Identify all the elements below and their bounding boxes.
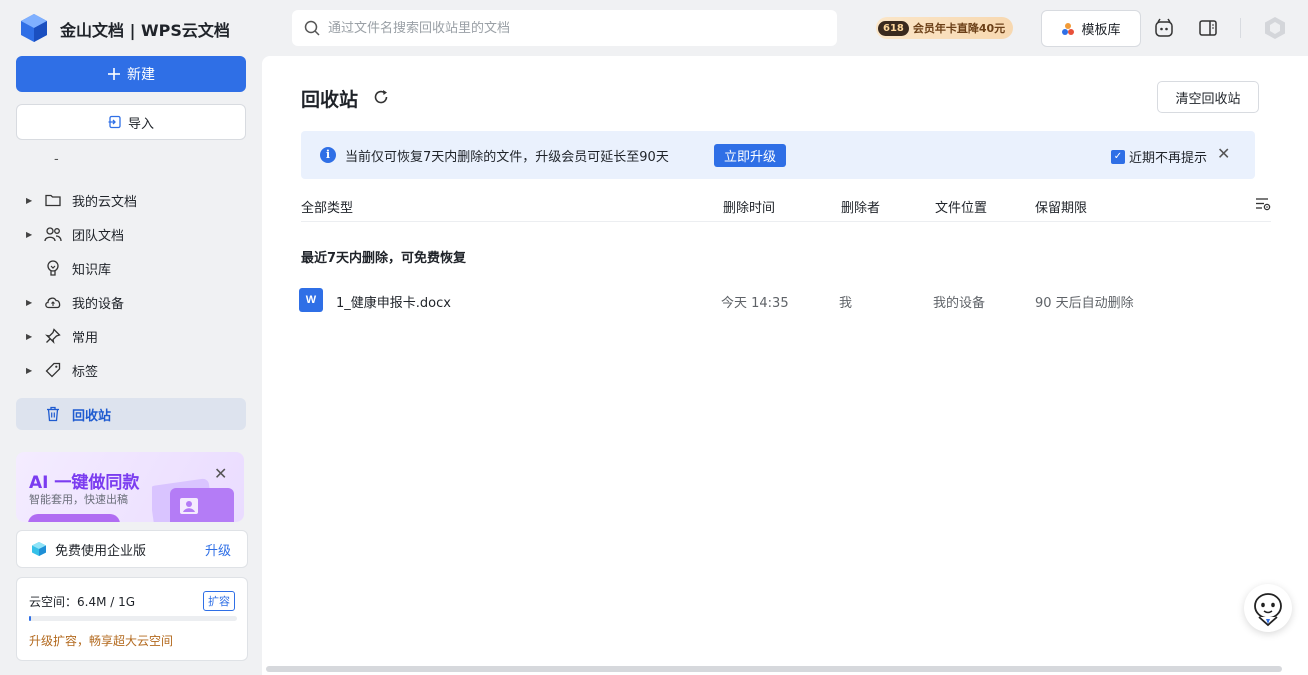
- sidebar-item-label: 标签: [72, 364, 99, 380]
- storage-progress-fill: [29, 616, 31, 621]
- dont-remind-checkbox[interactable]: ✓ 近期不再提示: [1111, 147, 1207, 166]
- notice-text: 当前仅可恢复7天内删除的文件，升级会员可延长至90天: [345, 150, 669, 165]
- ai-card-subtitle: 智能套用，快速出稿: [29, 493, 128, 506]
- ai-card-action-button[interactable]: [28, 514, 120, 522]
- sidebar-item-my-cloud-docs[interactable]: ▶ 我的云文档: [16, 184, 246, 216]
- enterprise-card[interactable]: 免费使用企业版 升级: [16, 530, 248, 568]
- table-header: 全部类型 删除时间 删除者 文件位置 保留期限: [301, 186, 1271, 222]
- checkbox-checked-icon[interactable]: ✓: [1111, 149, 1125, 164]
- sidebar-item-label: 回收站: [72, 408, 112, 424]
- retention: 90 天后自动删除: [1035, 296, 1134, 311]
- refresh-icon[interactable]: [372, 88, 390, 106]
- trash-icon: [47, 406, 59, 422]
- template-label: 模板库: [1081, 23, 1121, 38]
- folder-icon: [45, 194, 61, 207]
- group-title: 最近7天内删除，可免费恢复: [301, 251, 467, 266]
- promo-badge: 618: [878, 20, 909, 36]
- ai-card-title: AI 一键做同款: [29, 473, 140, 493]
- close-icon[interactable]: ✕: [214, 464, 227, 483]
- dont-remind-label: 近期不再提示: [1129, 151, 1208, 166]
- import-label: 导入: [127, 116, 154, 132]
- close-icon[interactable]: ✕: [1217, 144, 1230, 163]
- storage-progress-bar: [29, 616, 237, 621]
- search-box[interactable]: [292, 10, 837, 46]
- expand-arrow-icon[interactable]: ▶: [26, 196, 38, 205]
- column-deleted-time[interactable]: 删除时间: [723, 197, 775, 216]
- expand-arrow-icon[interactable]: ▶: [26, 298, 38, 307]
- storage-label: 云空间：6.4M / 1G: [29, 595, 136, 609]
- avatar[interactable]: [1264, 16, 1286, 40]
- notice-bar: i 当前仅可恢复7天内删除的文件，升级会员可延长至90天 立即升级 ✓ 近期不再…: [301, 131, 1255, 179]
- deleter: 我: [839, 296, 853, 311]
- sidebar-item-frequent[interactable]: ▶ 常用: [16, 320, 246, 352]
- sidebar-item-label: 团队文档: [72, 228, 125, 244]
- plus-icon: [108, 68, 120, 80]
- sidebar-item-label: 我的云文档: [72, 194, 138, 210]
- promo-text: 会员年卡直降40元: [912, 22, 1006, 35]
- import-button[interactable]: 导入: [16, 104, 246, 140]
- panel-toggle-icon[interactable]: [1198, 18, 1218, 38]
- column-settings-icon[interactable]: [1255, 196, 1271, 212]
- deleted-time: 今天 14:35: [721, 296, 789, 311]
- column-location[interactable]: 文件位置: [935, 197, 987, 216]
- promo-banner[interactable]: 618 会员年卡直降40元: [876, 17, 1014, 39]
- expand-arrow-icon[interactable]: ▶: [26, 332, 38, 341]
- info-icon: i: [320, 147, 336, 163]
- divider-mark: -: [54, 152, 59, 167]
- sidebar-item-knowledge-base[interactable]: 知识库: [16, 252, 246, 284]
- divider: [1240, 18, 1241, 38]
- file-location: 我的设备: [933, 296, 986, 311]
- sidebar-item-tags[interactable]: ▶ 标签: [16, 354, 246, 386]
- expand-storage-button[interactable]: 扩容: [203, 591, 235, 611]
- horizontal-scrollbar[interactable]: [266, 666, 1282, 672]
- table-row[interactable]: W 1_健康申报卡.docx 今天 14:35 我 我的设备 90 天后自动删除: [297, 284, 1272, 318]
- enterprise-icon: [32, 542, 46, 556]
- expand-arrow-icon[interactable]: ▶: [26, 366, 38, 375]
- file-name[interactable]: 1_健康申报卡.docx: [336, 292, 451, 311]
- import-icon: [108, 115, 121, 129]
- sidebar-item-recycle-bin[interactable]: 回收站: [16, 398, 246, 430]
- top-bar: 金山文档 | WPS云文档 618 会员年卡直降40元 模板库: [0, 0, 1308, 56]
- upgrade-now-button[interactable]: 立即升级: [714, 144, 786, 167]
- cloud-icon: [45, 297, 61, 309]
- bulb-icon: [47, 260, 59, 276]
- clear-recycle-bin-button[interactable]: 清空回收站: [1157, 81, 1259, 113]
- template-library-button[interactable]: 模板库: [1041, 10, 1141, 47]
- search-icon: [304, 20, 320, 36]
- storage-card: 云空间：6.4M / 1G 扩容 升级扩容，畅享超大云空间: [16, 577, 248, 661]
- tag-icon: [45, 362, 61, 378]
- column-retention[interactable]: 保留期限: [1035, 197, 1087, 216]
- word-doc-icon: W: [299, 288, 323, 312]
- enterprise-upgrade-link[interactable]: 升级: [205, 540, 231, 559]
- new-button[interactable]: 新建: [16, 56, 246, 92]
- template-icon: [1062, 22, 1075, 35]
- assistant-mascot-icon: [1254, 593, 1282, 627]
- app-logo-icon[interactable]: [20, 13, 48, 43]
- assistant-button[interactable]: [1244, 584, 1292, 632]
- mascot-icon[interactable]: [1154, 18, 1174, 38]
- sidebar-item-label: 常用: [72, 330, 99, 346]
- search-input[interactable]: [328, 20, 808, 36]
- column-type-filter[interactable]: 全部类型: [301, 197, 353, 216]
- storage-upgrade-tip[interactable]: 升级扩容，畅享超大云空间: [29, 632, 173, 649]
- ai-promo-card[interactable]: AI 一键做同款 智能套用，快速出稿 ✕: [16, 452, 244, 522]
- column-deleter[interactable]: 删除者: [841, 197, 880, 216]
- sidebar-item-my-devices[interactable]: ▶ 我的设备: [16, 286, 246, 318]
- expand-arrow-icon[interactable]: ▶: [26, 230, 38, 239]
- page-title: 回收站: [301, 89, 359, 111]
- pin-icon: [45, 328, 61, 344]
- sidebar-item-team-docs[interactable]: ▶ 团队文档: [16, 218, 246, 250]
- brand-title: 金山文档 | WPS云文档: [60, 21, 230, 40]
- enterprise-label: 免费使用企业版: [55, 543, 147, 559]
- team-icon: [44, 227, 62, 242]
- new-label: 新建: [127, 67, 155, 83]
- main-panel: 回收站 清空回收站 i 当前仅可恢复7天内删除的文件，升级会员可延长至90天 立…: [262, 56, 1308, 675]
- sidebar-item-label: 知识库: [72, 262, 112, 278]
- sidebar-item-label: 我的设备: [72, 296, 125, 312]
